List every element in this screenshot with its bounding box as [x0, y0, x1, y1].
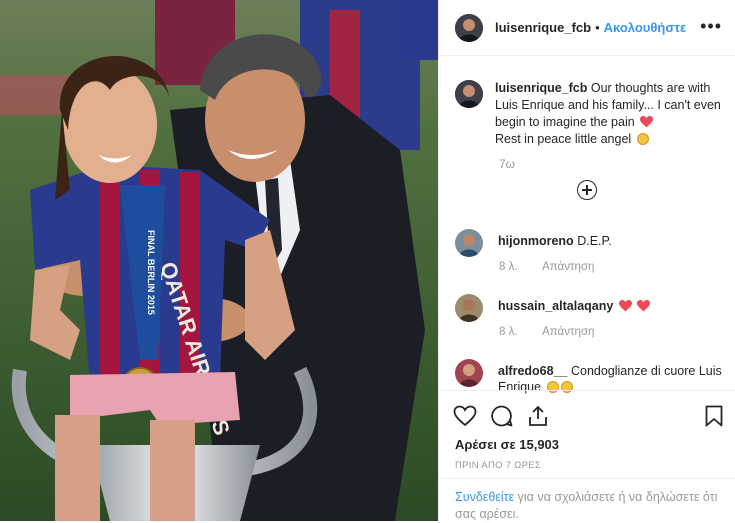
share-icon[interactable]: [527, 405, 549, 427]
like-heart-icon[interactable]: [453, 405, 477, 427]
post-photo[interactable]: QATAR AIRWAYS FINAL BERLIN 2015: [0, 0, 438, 521]
commenter-avatar[interactable]: [455, 229, 483, 257]
red-heart-emoji-icon: [640, 116, 654, 128]
comment-meta: 8 λ. Απάντηση: [499, 261, 616, 273]
comment-text: D.E.P.: [577, 234, 612, 248]
angel-emoji-icon: [636, 133, 649, 145]
post-side-panel: luisenrique_fcb • Ακολουθήστε ••• luisen…: [438, 0, 735, 521]
reply-button[interactable]: Απάντηση: [542, 326, 594, 338]
commenter-avatar[interactable]: [455, 294, 483, 322]
load-more-comments-icon[interactable]: [577, 180, 597, 200]
commenter-username[interactable]: alfredo68__: [498, 364, 567, 378]
red-heart-emoji-icon: [637, 300, 651, 312]
more-options-icon[interactable]: •••: [700, 17, 722, 35]
commenter-username[interactable]: hijonmoreno: [498, 234, 574, 248]
reply-button[interactable]: Απάντηση: [542, 261, 594, 273]
follow-button[interactable]: Ακολουθήστε: [604, 20, 687, 35]
photo-illustration: QATAR AIRWAYS FINAL BERLIN 2015: [0, 0, 438, 521]
caption-time: 7ω: [499, 157, 516, 171]
post-header: luisenrique_fcb • Ακολουθήστε •••: [439, 0, 735, 56]
comment-item: hijonmoreno D.E.P.: [455, 229, 725, 257]
post-timestamp: ΠΡΙΝ ΑΠΟ 7 ΩΡΕΣ: [455, 460, 542, 471]
caption-text-2: Rest in peace little angel: [495, 132, 632, 146]
comment-item: hussain_altalaqany: [455, 294, 725, 322]
comment-time: 8 λ.: [499, 326, 518, 338]
red-heart-emoji-icon: [618, 300, 632, 312]
author-username[interactable]: luisenrique_fcb: [495, 20, 591, 35]
commenter-avatar[interactable]: [455, 359, 483, 387]
comment-bubble-icon[interactable]: [491, 405, 513, 427]
medal-ribbon-text: FINAL BERLIN 2015: [146, 230, 156, 315]
post-caption: luisenrique_fcb Our thoughts are with Lu…: [455, 80, 721, 148]
login-prompt: Συνδεθείτε για να σχολιάσετε ή να δηλώσε…: [439, 478, 735, 521]
caption-author-avatar[interactable]: [455, 80, 483, 108]
login-link[interactable]: Συνδεθείτε: [455, 490, 514, 504]
header-separator: •: [595, 20, 600, 35]
commenter-username[interactable]: hussain_altalaqany: [498, 299, 613, 313]
comment-time: 8 λ.: [499, 261, 518, 273]
likes-count[interactable]: Αρέσει σε 15,903: [455, 437, 559, 452]
author-avatar[interactable]: [455, 13, 483, 42]
caption-username[interactable]: luisenrique_fcb: [495, 81, 587, 95]
save-bookmark-icon[interactable]: [705, 405, 723, 427]
comment-meta: 8 λ. Απάντηση: [499, 326, 616, 338]
